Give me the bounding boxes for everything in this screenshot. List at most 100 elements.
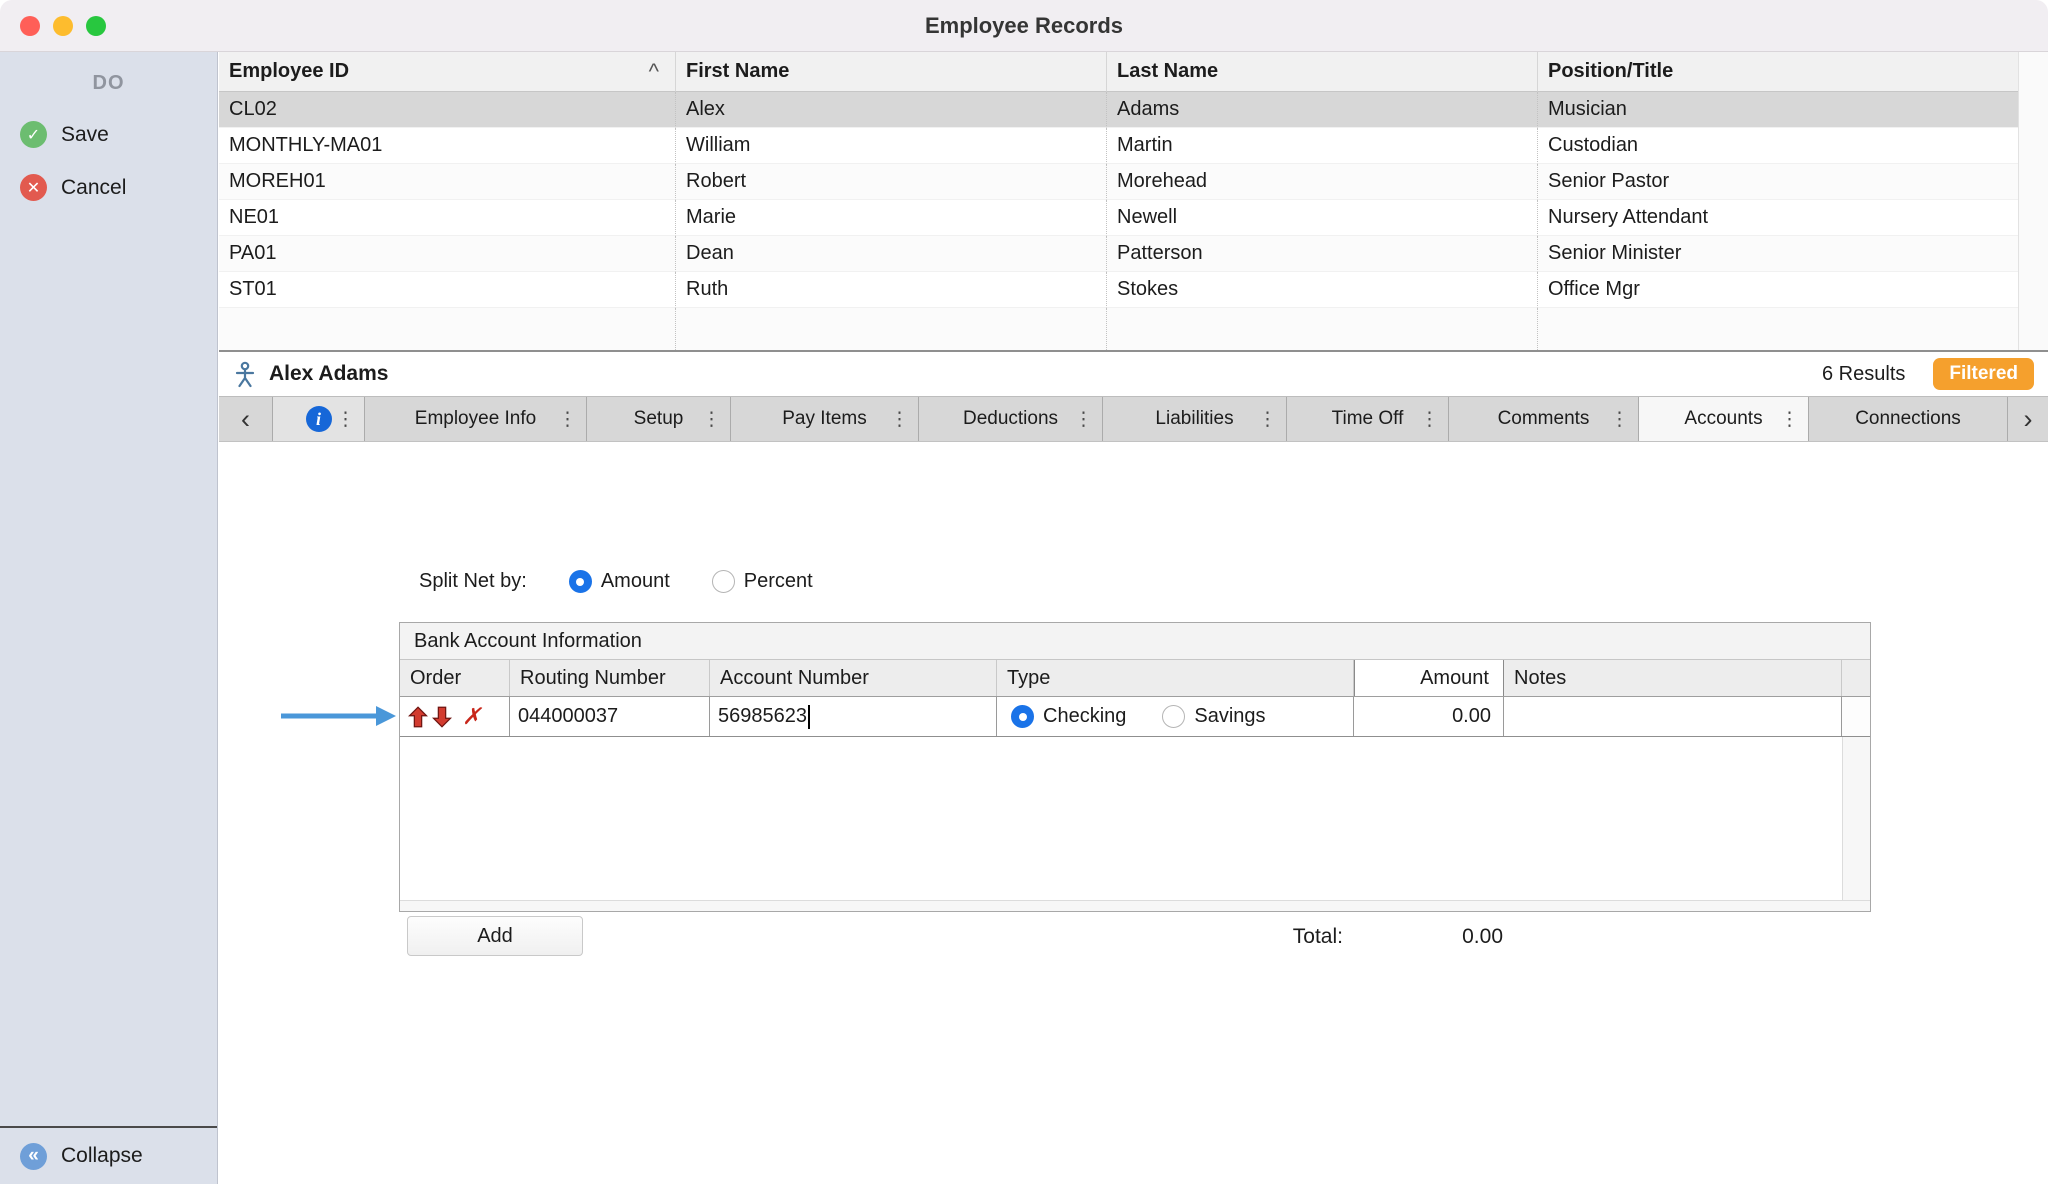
employee-row[interactable]: CL02 Alex Adams Musician [219, 92, 2048, 128]
employee-row[interactable]: PA01 Dean Patterson Senior Minister [219, 236, 2048, 272]
column-header-last-name[interactable]: Last Name [1106, 52, 1537, 92]
percent-option-label: Percent [744, 570, 813, 593]
tab-scroll-right-button[interactable]: › [2008, 397, 2048, 441]
bank-table-vertical-scrollbar[interactable] [1842, 737, 1870, 900]
window-title: Employee Records [0, 0, 2048, 51]
results-count: 6 Results [1822, 363, 1905, 386]
employee-table-header: ^ Employee ID First Name Last Name Posit… [219, 52, 2048, 92]
tab-label: Deductions [963, 408, 1058, 430]
tab-menu-icon[interactable]: ⋮ [1074, 408, 1093, 431]
empty-cell [675, 308, 1106, 350]
tab-scroll-left-button[interactable]: ‹ [219, 397, 273, 441]
selected-employee-name: Alex Adams [269, 362, 388, 386]
split-amount-option[interactable]: Amount [569, 570, 670, 593]
tab-bar: ‹ i ⋮ Employee Info ⋮ Setup ⋮ Pay Items … [219, 396, 2048, 442]
tab-connections[interactable]: Connections [1809, 397, 2008, 441]
total-label: Total: [1219, 925, 1343, 949]
employee-table-scrollbar[interactable] [2018, 92, 2048, 128]
column-header-order[interactable]: Order [400, 660, 510, 696]
employee-table-scrollbar-bottom[interactable] [2018, 308, 2048, 350]
tab-menu-icon[interactable]: ⋮ [1420, 408, 1439, 431]
routing-number-field[interactable]: 044000037 [510, 697, 710, 736]
tab-menu-icon[interactable]: ⋮ [1610, 408, 1629, 431]
account-number-field[interactable]: 56985623 [710, 697, 997, 736]
empty-cell [1537, 308, 2018, 350]
first-name-cell: Alex [675, 92, 1106, 128]
tab-comments[interactable]: Comments ⋮ [1449, 397, 1639, 441]
bank-row-scroll-gutter [1842, 697, 1870, 736]
tab-menu-icon[interactable]: ⋮ [558, 408, 577, 431]
tab-liabilities[interactable]: Liabilities ⋮ [1103, 397, 1287, 441]
collapse-button[interactable]: « Collapse [0, 1126, 217, 1184]
employee-row[interactable]: NE01 Marie Newell Nursery Attendant [219, 200, 2048, 236]
tab-info[interactable]: i ⋮ [273, 397, 365, 441]
move-up-icon[interactable] [408, 706, 428, 728]
column-header-employee-id[interactable]: ^ Employee ID [219, 52, 675, 92]
window-controls [20, 16, 106, 36]
tab-pay-items[interactable]: Pay Items ⋮ [731, 397, 919, 441]
type-savings-option[interactable]: Savings [1162, 705, 1265, 728]
type-checking-option[interactable]: Checking [1011, 705, 1126, 728]
employee-row[interactable]: MOREH01 Robert Morehead Senior Pastor [219, 164, 2048, 200]
notes-field[interactable] [1504, 697, 1842, 736]
cancel-button[interactable]: ✕ Cancel [20, 174, 217, 201]
column-header-type[interactable]: Type [997, 660, 1354, 696]
delete-row-icon[interactable]: ✗ [462, 705, 481, 728]
employee-table-scrollbar[interactable] [2018, 272, 2048, 308]
tab-label: Setup [634, 408, 684, 430]
tab-accounts[interactable]: Accounts ⋮ [1639, 397, 1809, 441]
tab-menu-icon[interactable]: ⋮ [1258, 408, 1277, 431]
column-header-amount[interactable]: Amount [1354, 660, 1504, 696]
employee-id-cell: MONTHLY-MA01 [219, 128, 675, 164]
radio-selected-icon [569, 570, 592, 593]
amount-field[interactable]: 0.00 [1354, 697, 1504, 736]
tab-menu-icon[interactable]: ⋮ [1780, 408, 1799, 431]
last-name-cell: Adams [1106, 92, 1537, 128]
accounts-tab-content: Split Net by: Amount Percent Bank Accoun… [219, 442, 2048, 1184]
employee-id-cell: CL02 [219, 92, 675, 128]
close-button[interactable] [20, 16, 40, 36]
employee-table-scrollbar[interactable] [2018, 200, 2048, 236]
split-percent-option[interactable]: Percent [712, 570, 813, 593]
tab-label: Comments [1498, 408, 1590, 430]
tab-label: Accounts [1684, 408, 1762, 430]
collapse-label: Collapse [61, 1144, 143, 1168]
empty-cell [1106, 308, 1537, 350]
split-net-label: Split Net by: [419, 570, 527, 593]
column-header-position[interactable]: Position/Title [1537, 52, 2018, 92]
bank-account-row[interactable]: ✗ 044000037 56985623 Checking Savings [400, 697, 1870, 737]
filtered-badge[interactable]: Filtered [1933, 358, 2034, 390]
tab-deductions[interactable]: Deductions ⋮ [919, 397, 1103, 441]
info-icon: i [306, 406, 332, 432]
column-header-account-number[interactable]: Account Number [710, 660, 997, 696]
save-button[interactable]: ✓ Save [20, 121, 217, 148]
zoom-button[interactable] [86, 16, 106, 36]
minimize-button[interactable] [53, 16, 73, 36]
tab-menu-icon[interactable]: ⋮ [336, 408, 355, 431]
column-header-notes[interactable]: Notes [1504, 660, 1842, 696]
tab-menu-icon[interactable]: ⋮ [890, 408, 909, 431]
tab-time-off[interactable]: Time Off ⋮ [1287, 397, 1449, 441]
employee-table: ^ Employee ID First Name Last Name Posit… [219, 52, 2048, 352]
bank-table-horizontal-scrollbar[interactable] [400, 900, 1870, 911]
tab-setup[interactable]: Setup ⋮ [587, 397, 731, 441]
account-type-cell: Checking Savings [997, 697, 1354, 736]
tab-menu-icon[interactable]: ⋮ [702, 408, 721, 431]
employee-table-scrollbar[interactable] [2018, 128, 2048, 164]
save-check-icon: ✓ [20, 121, 47, 148]
move-down-icon[interactable] [432, 706, 452, 728]
bank-table-empty-area [400, 737, 1842, 900]
column-header-first-name[interactable]: First Name [675, 52, 1106, 92]
employee-table-scrollbar-top [2018, 52, 2048, 92]
empty-cell [219, 308, 675, 350]
employee-row[interactable]: MONTHLY-MA01 William Martin Custodian [219, 128, 2048, 164]
employee-table-scrollbar[interactable] [2018, 164, 2048, 200]
sort-ascending-icon: ^ [649, 52, 659, 91]
tab-employee-info[interactable]: Employee Info ⋮ [365, 397, 587, 441]
add-account-button[interactable]: Add [407, 916, 583, 956]
employee-row[interactable]: ST01 Ruth Stokes Office Mgr [219, 272, 2048, 308]
bank-header-scroll-corner [1842, 660, 1870, 696]
column-header-routing-number[interactable]: Routing Number [510, 660, 710, 696]
employee-table-scrollbar[interactable] [2018, 236, 2048, 272]
first-name-cell: William [675, 128, 1106, 164]
